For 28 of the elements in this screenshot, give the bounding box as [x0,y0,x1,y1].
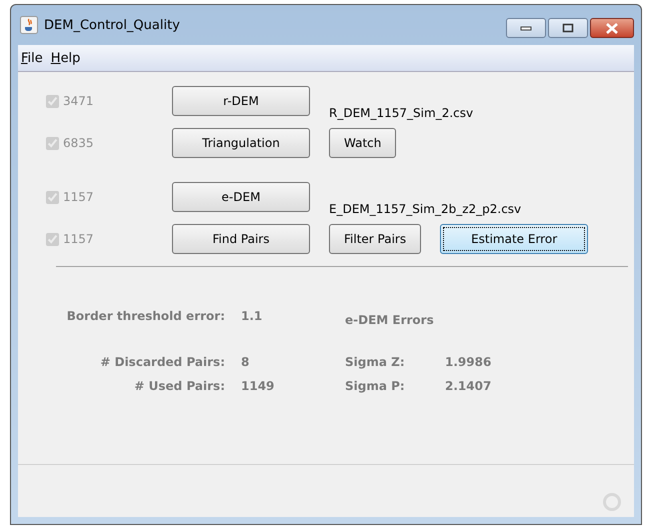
stat-label: Sigma P: [345,379,406,393]
stat-label: # Discarded Pairs: [99,355,226,369]
menu-item[interactable]: Help [50,50,80,66]
stat-value: 1149 [241,379,276,393]
checkbox-label: 6835 [63,136,94,150]
stat-value: 1.1 [241,309,264,325]
stat-value: 1.9986 [445,355,492,369]
stat-value: 2.1407 [445,379,492,393]
stat-label: # Used Pairs: [133,379,226,393]
file-name: R_DEM_1157_Sim_2.csv [329,106,474,120]
maximize-button[interactable] [548,18,588,38]
stat-value: 8 [241,355,250,369]
checkbox-label: 1157 [63,190,94,204]
stat-label: Sigma Z: [345,355,406,369]
checkbox-label: 3471 [63,94,94,108]
checkbox-label: 1157 [63,232,94,246]
file-name: E_DEM_1157_Sim_2b_z2_p2.csv [329,202,522,216]
menu-item[interactable]: File [21,50,43,66]
window-title: DEM_Control_Quality [44,18,180,32]
close-button[interactable] [590,18,634,38]
minimize-icon [520,25,532,31]
stat-label: Border threshold error: [66,309,226,325]
java-cup-icon [20,16,38,34]
section-heading: e-DEM Errors [345,312,435,327]
minimize-button[interactable] [506,18,546,38]
busy-indicator-icon [602,492,622,512]
maximize-icon [562,23,574,33]
close-icon [605,22,619,34]
